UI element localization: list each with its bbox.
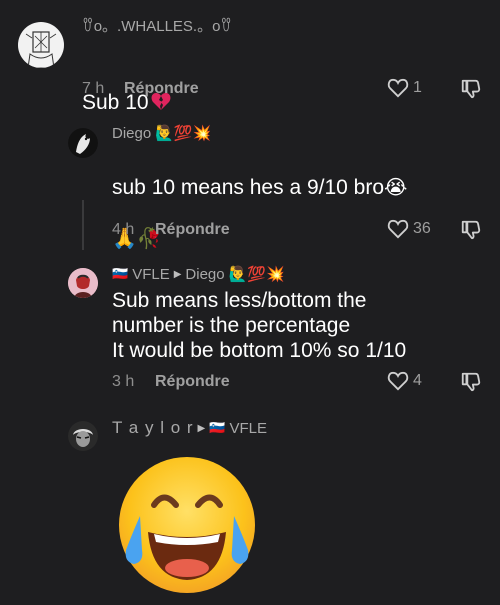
- dislike-button[interactable]: [460, 78, 482, 105]
- comment-username[interactable]: Diego 🙋‍♂️💯💥: [112, 124, 212, 143]
- like-count: 4: [413, 372, 422, 389]
- sketch-avatar-icon: [25, 31, 57, 68]
- loudly-crying-face-icon: 😭: [384, 176, 408, 199]
- comment-username[interactable]: 🇸🇮 VFLE ▶ Diego 🙋‍♂️💯💥: [112, 265, 285, 284]
- dislike-button[interactable]: [460, 371, 482, 398]
- reply-to-username[interactable]: Diego: [185, 266, 224, 283]
- heart-icon: [387, 371, 409, 391]
- reply-button[interactable]: Répondre: [124, 80, 199, 98]
- comment-username[interactable]: T a y l o r ▶ 🇸🇮 VFLE: [112, 418, 267, 438]
- slovenia-flag-icon: 🇸🇮: [209, 420, 226, 435]
- username-emojis: 🙋‍♂️💯💥: [228, 266, 285, 283]
- reply-to-username[interactable]: VFLE: [229, 420, 267, 437]
- reply-arrow-icon: ▶: [173, 268, 182, 280]
- reply-button[interactable]: Répondre: [155, 221, 230, 239]
- username-text: ꀎo。.WHALLES.。oꀎ: [82, 18, 233, 35]
- avatar[interactable]: [68, 268, 98, 298]
- username-text: VFLE: [132, 265, 170, 283]
- like-button[interactable]: 36: [387, 219, 431, 239]
- avatar[interactable]: [18, 22, 64, 68]
- comment-text: Sub means less/bottom the number is the …: [112, 289, 407, 362]
- like-count: 1: [413, 79, 422, 96]
- heart-icon: [387, 78, 409, 98]
- avatar[interactable]: [68, 128, 98, 158]
- character-avatar-icon: [68, 421, 98, 451]
- big-emoji: [112, 450, 262, 600]
- like-count: 36: [413, 220, 431, 237]
- face-with-tears-of-joy-icon: [119, 457, 255, 593]
- comment-timestamp: 4 h: [112, 221, 135, 238]
- thumbs-down-icon: [461, 220, 481, 240]
- like-button[interactable]: 1: [387, 78, 422, 98]
- username-text: T a y l o r: [112, 418, 194, 437]
- thumbs-down-icon: [461, 79, 481, 99]
- dislike-button[interactable]: [460, 219, 482, 246]
- username-text: Diego: [112, 124, 152, 142]
- character-avatar-icon: [68, 268, 98, 298]
- thumbs-down-icon: [461, 372, 481, 392]
- reply-arrow-icon: ▶: [197, 422, 206, 434]
- comment-timestamp: 7 h: [82, 80, 105, 97]
- reply-button[interactable]: Répondre: [155, 373, 230, 391]
- slovenia-flag-icon: 🇸🇮: [112, 266, 129, 281]
- character-avatar-icon: [68, 128, 98, 158]
- thread-line: [82, 200, 84, 250]
- comment-text-content: sub 10 means hes a 9/10 bro: [112, 176, 385, 199]
- comment-username[interactable]: ꀎo。.WHALLES.。oꀎ: [82, 15, 232, 36]
- username-emojis: 🙋‍♂️💯💥: [155, 125, 212, 142]
- avatar[interactable]: [68, 421, 98, 451]
- comment-timestamp: 3 h: [112, 373, 135, 390]
- like-button[interactable]: 4: [387, 371, 422, 391]
- heart-icon: [387, 219, 409, 239]
